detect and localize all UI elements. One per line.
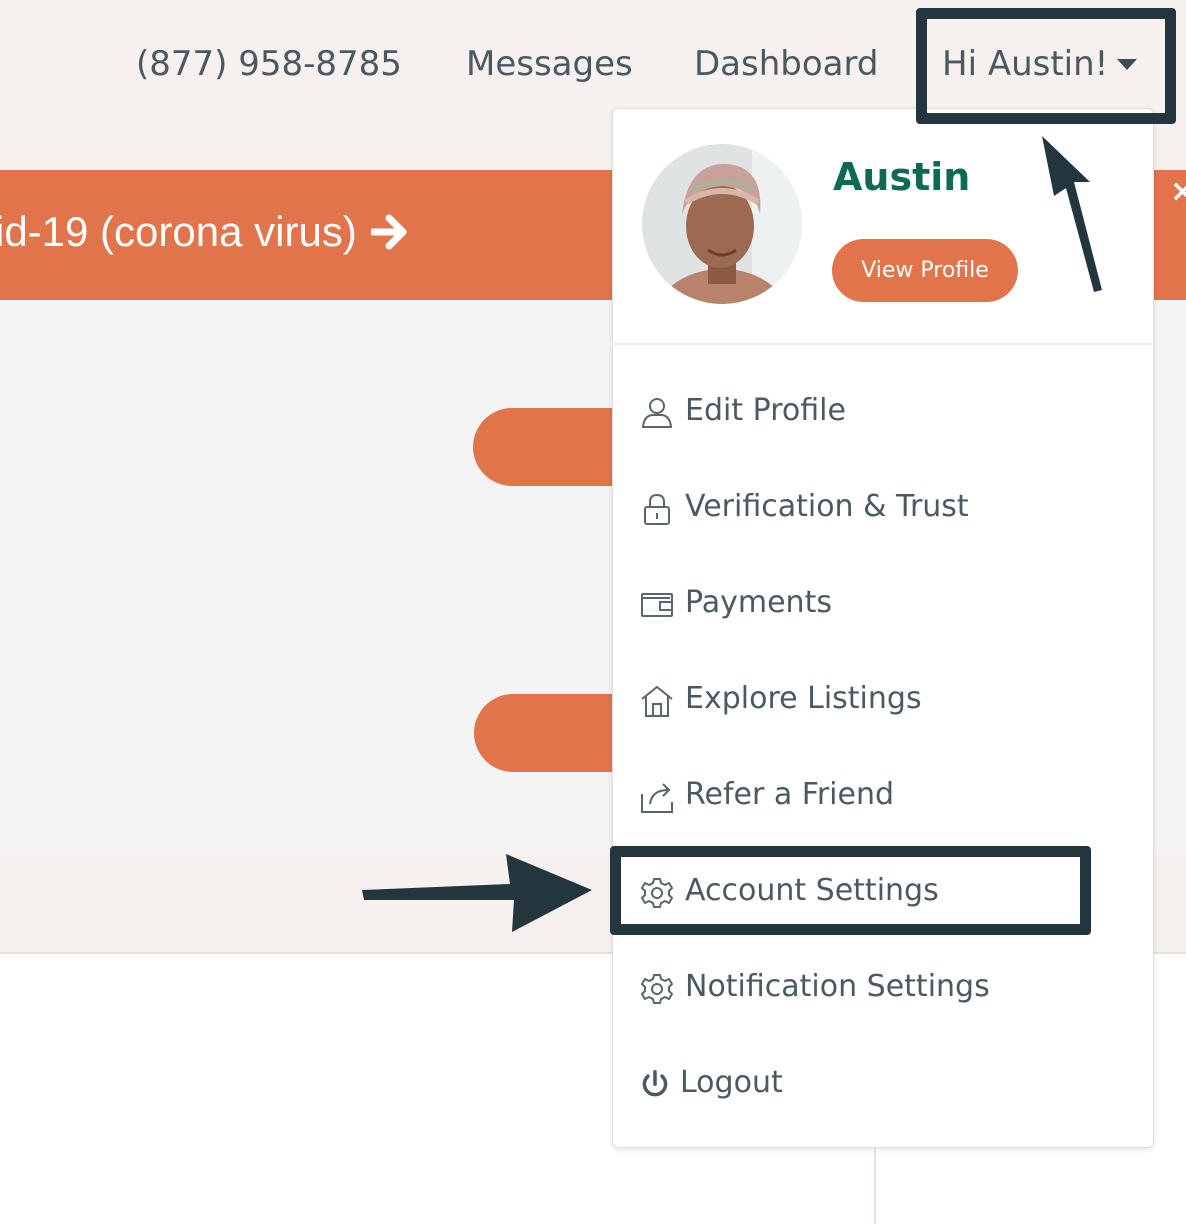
menu-item-logout[interactable]: Logout [640,1058,1120,1108]
share-icon [641,783,673,813]
lock-icon [644,493,670,525]
menu-item-notification-settings[interactable]: Notification Settings [640,962,1120,1012]
menu-item-label: Notification Settings [685,969,990,1004]
menu-item-label: Logout [680,1065,783,1100]
menu-item-label: Verification & Trust [685,489,969,524]
profile-name: Austin [833,155,971,199]
messages-link[interactable]: Messages [466,40,633,88]
annotation-highlight-user-menu [916,8,1176,124]
wallet-icon [641,593,673,617]
menu-item-refer-friend[interactable]: Refer a Friend [640,770,1120,820]
menu-item-label: Payments [685,585,832,620]
menu-item-explore-listings[interactable]: Explore Listings [640,674,1120,724]
menu-item-label: Explore Listings [685,681,922,716]
menu-item-label: Refer a Friend [685,777,895,812]
avatar[interactable] [642,144,802,304]
power-icon [642,1070,668,1097]
menu-item-verification-trust[interactable]: Verification & Trust [640,482,1120,532]
home-icon [641,685,673,717]
close-icon[interactable]: × [1170,174,1186,209]
arrow-right-icon[interactable] [371,214,409,250]
banner-text[interactable]: vid-19 (corona virus) [0,206,357,258]
annotation-highlight-account-settings [610,846,1091,935]
dashboard-link[interactable]: Dashboard [694,40,878,88]
menu-item-label: Edit Profile [685,393,846,428]
gear-icon [641,974,673,1004]
user-icon [641,398,673,428]
view-profile-button[interactable]: View Profile [832,239,1018,302]
menu-item-payments[interactable]: Payments [640,578,1120,628]
annotation-arrow-right-icon [362,854,592,932]
phone-link[interactable]: (877) 958-8785 [136,40,402,88]
annotation-arrow-up-icon [1042,136,1102,292]
menu-divider [612,343,1152,345]
menu-item-edit-profile[interactable]: Edit Profile [640,386,1120,436]
